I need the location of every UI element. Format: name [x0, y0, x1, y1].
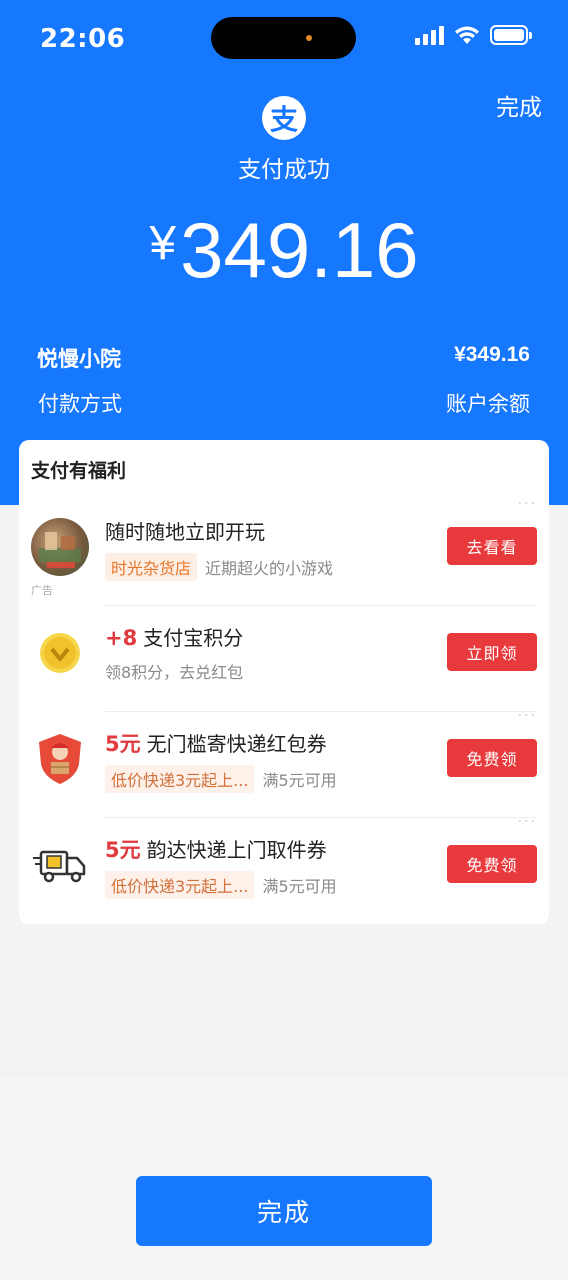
amount-value: 349.16 — [180, 206, 419, 294]
coupon-value: 5元 — [105, 732, 141, 756]
benefit-subtitle: 领8积分，去兑红包 — [105, 659, 243, 683]
benefit-tag: 低价快递3元起上... — [105, 871, 255, 899]
payment-status-text: 支付成功 — [238, 157, 330, 183]
benefit-title-text: 无门槛寄快递红包券 — [146, 732, 327, 756]
more-options-icon[interactable]: ··· — [518, 814, 537, 830]
coupon-value: 5元 — [105, 838, 141, 862]
more-options-icon[interactable]: ··· — [518, 496, 537, 512]
status-time: 22:06 — [40, 24, 126, 54]
claim-coupon-button[interactable]: 免费领 — [447, 739, 537, 777]
claim-pickup-coupon-button[interactable]: 免费领 — [447, 845, 537, 883]
game-thumbnail-icon — [31, 518, 89, 576]
benefit-item-game[interactable]: ··· 广告 随时随地立即开玩 时光杂货店 近期超火的小游戏 去看看 — [19, 496, 549, 606]
view-game-button[interactable]: 去看看 — [447, 527, 537, 565]
benefit-desc: 满5元可用 — [262, 877, 337, 896]
more-options-icon[interactable]: ··· — [518, 708, 537, 724]
battery-icon — [490, 25, 532, 45]
points-coin-icon — [31, 624, 89, 682]
ad-label: 广告 — [31, 584, 53, 597]
benefit-subtitle: 时光杂货店 近期超火的小游戏 — [105, 553, 333, 581]
benefits-card: 支付有福利 ··· 广告 随时随地立即开玩 时光杂货店 近期超火的小游戏 去看看 — [19, 440, 549, 924]
status-bar: 22:06 — [0, 0, 568, 78]
benefit-title: 5元 韵达快递上门取件券 — [105, 834, 327, 864]
merchant-amount: ¥349.16 — [454, 343, 530, 366]
done-button[interactable]: 完成 — [136, 1176, 432, 1246]
wifi-icon — [455, 26, 479, 44]
cellular-signal-icon — [415, 25, 444, 45]
payment-amount: ¥349.16 — [0, 205, 568, 296]
benefits-title: 支付有福利 — [31, 460, 127, 482]
benefit-tag: 低价快递3元起上... — [105, 765, 255, 793]
benefit-desc: 近期超火的小游戏 — [205, 559, 334, 578]
camera-indicator — [306, 35, 312, 41]
payment-method-label: 付款方式 — [38, 392, 122, 416]
benefit-item-points[interactable]: +8 支付宝积分 领8积分，去兑红包 立即领 — [19, 606, 549, 712]
benefit-subtitle: 低价快递3元起上... 满5元可用 — [105, 871, 337, 899]
benefit-desc: 领8积分，去兑红包 — [105, 663, 244, 682]
benefit-subtitle: 低价快递3元起上... 满5元可用 — [105, 765, 337, 793]
benefit-title-text: 支付宝积分 — [143, 626, 244, 650]
header-done-button[interactable]: 完成 — [496, 88, 542, 122]
payment-method-value: 账户余额 — [446, 392, 530, 416]
delivery-truck-icon — [31, 836, 89, 894]
benefit-title: 随时随地立即开玩 — [105, 516, 265, 545]
benefit-tag: 时光杂货店 — [105, 553, 198, 581]
benefit-item-pickup-coupon[interactable]: ··· 5元 韵达快递上门取件券 低价快递3元起上... 满5元可用 免费领 — [19, 814, 549, 924]
status-icons — [415, 25, 532, 45]
benefit-title-text: 随时随地立即开玩 — [105, 520, 265, 544]
courier-shield-icon — [31, 730, 89, 788]
benefit-title-text: 韵达快递上门取件券 — [146, 838, 327, 862]
benefit-desc: 满5元可用 — [262, 771, 337, 790]
benefit-item-express-coupon[interactable]: ··· 5元 无门槛寄快递红包券 低价快递3元起上... 满5元可用 免费领 — [19, 708, 549, 818]
dynamic-island — [211, 17, 356, 59]
points-amount: +8 — [105, 626, 138, 650]
benefit-title: 5元 无门槛寄快递红包券 — [105, 728, 327, 758]
alipay-logo-icon: 支 — [262, 96, 306, 140]
currency-symbol: ¥ — [149, 217, 177, 270]
benefit-title: +8 支付宝积分 — [105, 622, 243, 651]
merchant-name: 悦慢小院 — [37, 347, 121, 371]
claim-points-button[interactable]: 立即领 — [447, 633, 537, 671]
